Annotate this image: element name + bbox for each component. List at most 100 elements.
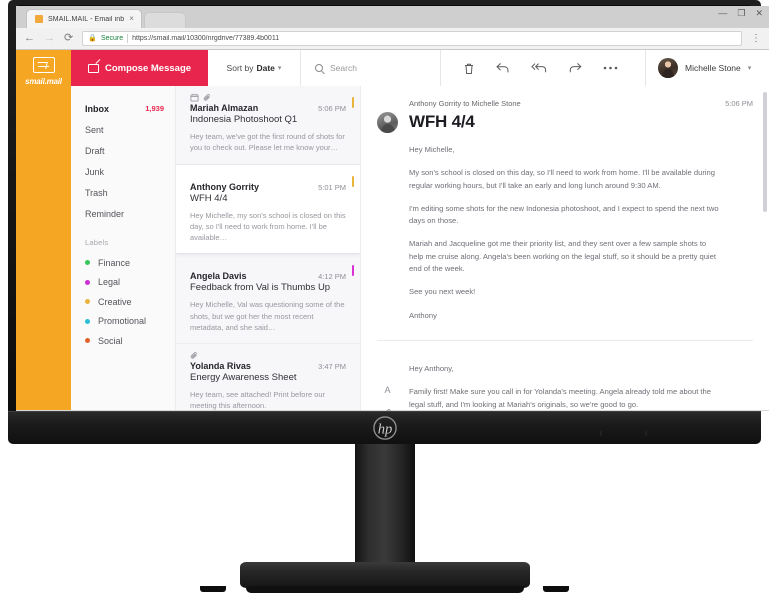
reader-scrollbar[interactable] [763,92,767,212]
reply-icon[interactable] [496,62,510,74]
forward-icon[interactable] [569,62,582,74]
sidebar-label-social[interactable]: Social [85,331,175,351]
window-close-icon[interactable]: ✕ [755,9,763,18]
folder-label: Reminder [85,208,125,219]
attachment-icon [190,351,197,359]
sidebar-label-legal[interactable]: Legal [85,273,175,293]
mail-preview: Hey team, see attached! Print before our… [190,390,326,410]
sidebar-item-junk[interactable]: Junk [85,161,175,182]
sort-by-dropdown[interactable]: Sort by Date ▾ [208,50,301,86]
list-item[interactable]: Mariah Almazan 5:06 PM Indonesia Photosh… [176,86,360,165]
folder-label: Sent [85,124,104,135]
avatar [377,112,398,133]
folder-sidebar: Inbox 1,939 Sent Draft Junk Trash Remind… [71,86,176,410]
mail-subject: WFH 4/4 [190,192,228,204]
window-minimize-icon[interactable]: — [718,9,727,18]
message-time: 5:06 PM [725,99,753,108]
search-box[interactable]: Search [301,50,441,86]
message-header-main: Anthony Gorrity to Michelle Stone 5:06 P… [409,99,753,133]
folder-label: Junk [85,166,105,177]
mail-time: 5:06 PM [318,104,346,113]
reply-body[interactable]: Hey Anthony, Family first! Make sure you… [409,363,753,411]
more-icon[interactable] [603,66,618,70]
app-body: Inbox 1,939 Sent Draft Junk Trash Remind… [71,86,769,411]
mail-time: 4:12 PM [318,272,346,282]
chevron-down-icon: ▾ [277,65,282,72]
tab-title: SMAIL.MAIL - Email inb [48,15,125,23]
compose-label: Compose Message [104,62,192,74]
list-item[interactable]: Yolanda Rivas 3:47 PM Energy Awareness S… [176,344,360,410]
sort-prefix: Sort by [226,63,254,73]
message-paragraph: See you next week! [409,287,476,297]
mail-item-header: Yolanda Rivas 3:47 PM [190,361,346,371]
back-icon[interactable]: ← [24,33,35,44]
message-actions [441,50,645,86]
sidebar-item-sent[interactable]: Sent [85,119,175,140]
mail-sender: Mariah Almazan [190,103,259,113]
address-bar[interactable]: 🔒 Secure https://smail.mail/10300/nrgdri… [82,31,742,46]
delete-icon[interactable] [463,62,475,75]
sidebar-item-inbox[interactable]: Inbox 1,939 [85,98,175,119]
folder-label: Inbox [85,103,109,114]
omnibox-divider [127,34,129,43]
message-participants: Anthony Gorrity to Michelle Stone [409,99,521,108]
browser-window: SMAIL.MAIL - Email inb × — ❐ ✕ ← → ⟳ 🔒 S… [16,6,769,411]
mail-time: 5:01 PM [318,182,346,192]
browser-tab[interactable]: SMAIL.MAIL - Email inb × [26,9,142,28]
window-maximize-icon[interactable]: ❐ [737,9,745,18]
label-text: Social [98,335,123,346]
label-color-dot [85,338,90,344]
message-paragraph: Anthony [409,310,437,320]
hp-logo: hp [372,416,397,440]
mail-subject: Indonesia Photoshoot Q1 [190,114,298,125]
reply-composer[interactable]: A Hey Anthony, Family first! Make sure y… [377,363,753,411]
browser-tabstrip: SMAIL.MAIL - Email inb × — ❐ ✕ [16,6,769,28]
sidebar-label-finance[interactable]: Finance [85,253,175,273]
mail-item-header: Angela Davis 4:12 PM [190,271,346,281]
forward-icon[interactable]: → [44,33,55,44]
monitor: SMAIL.MAIL - Email inb × — ❐ ✕ ← → ⟳ 🔒 S… [0,0,769,600]
message-body: Hey Michelle, My son's school is closed … [377,144,753,322]
tab-favicon [35,15,43,23]
message-meta: Anthony Gorrity to Michelle Stone 5:06 P… [409,99,753,108]
mail-item-icons [190,172,346,181]
reply-toolbar: A [377,363,398,411]
list-item[interactable]: Anthony Gorrity 5:01 PM WFH 4/4 Hey Mich… [176,164,360,255]
mail-item-icons [190,93,346,102]
svg-text:hp: hp [377,421,392,437]
label-color-dot [85,318,90,324]
new-tab-button[interactable] [143,12,186,28]
attachment-icon [203,93,210,101]
list-item[interactable]: Angela Davis 4:12 PM Feedback from Val i… [176,254,360,344]
monitor-foot-right [543,586,569,592]
user-menu[interactable]: Michelle Stone ▾ [645,50,769,86]
browser-toolbar: ← → ⟳ 🔒 Secure https://smail.mail/10300/… [16,28,769,50]
sidebar-item-trash[interactable]: Trash [85,182,175,203]
message-paragraph: Mariah and Jacqueline got me their prior… [409,239,716,274]
label-text: Promotional [98,316,147,327]
brand-name: smail.mail [25,77,62,86]
text-format-icon[interactable]: A [384,385,390,395]
mail-list: Mariah Almazan 5:06 PM Indonesia Photosh… [176,86,361,410]
browser-menu-icon[interactable]: ⋮ [751,33,761,44]
app-right: Compose Message Sort by Date ▾ Search Mi… [71,50,769,411]
sidebar-item-draft[interactable]: Draft [85,140,175,161]
secure-label: Secure [100,35,124,42]
mail-item-header: Mariah Almazan 5:06 PM [190,103,346,113]
message-divider [377,339,753,341]
tab-close-icon[interactable]: × [129,15,134,23]
reply-all-icon[interactable] [531,62,548,74]
sidebar-label-creative[interactable]: Creative [85,292,175,312]
sidebar-label-promotional[interactable]: Promotional [85,312,175,332]
folder-label: Draft [85,145,105,156]
reload-icon[interactable]: ⟳ [64,33,73,44]
label-text: Creative [98,296,132,307]
message-reader: Anthony Gorrity to Michelle Stone 5:06 P… [361,86,769,411]
reply-paragraph: Hey Anthony, [409,363,454,373]
compose-message-button[interactable]: Compose Message [71,50,208,86]
monitor-vent-right [645,431,679,436]
sidebar-item-reminder[interactable]: Reminder [85,203,175,224]
mail-sender: Anthony Gorrity [190,181,259,192]
monitor-stand-neck [354,444,415,566]
mail-label-bar [351,265,354,277]
